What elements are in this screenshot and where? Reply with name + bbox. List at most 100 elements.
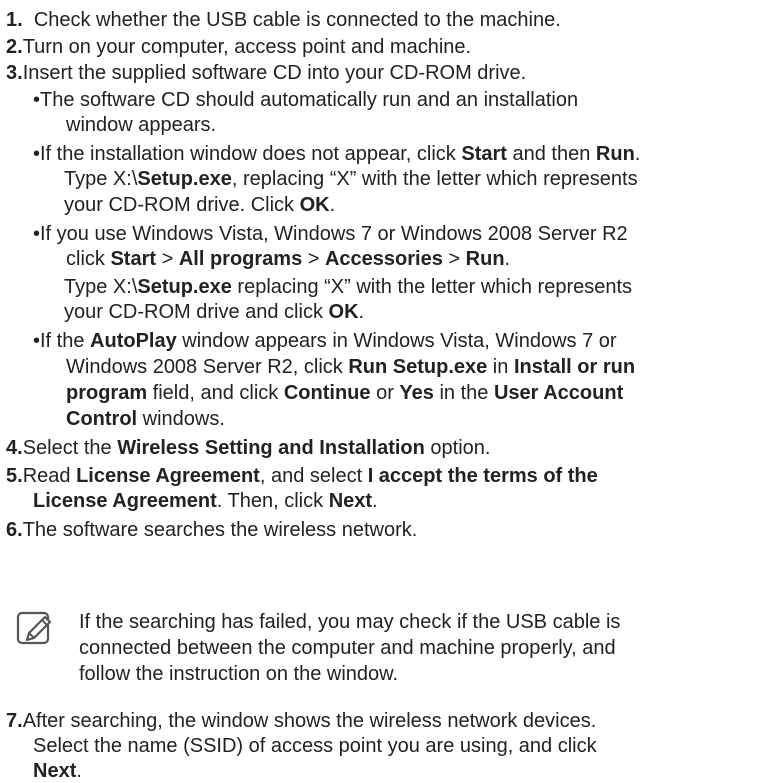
user-account-label: User Account — [493, 382, 624, 404]
bullet-4-line-1: •If the AutoPlay window appears in Windo… — [33, 329, 617, 353]
bullet-text: in — [487, 356, 514, 378]
next-label: Next — [328, 490, 373, 512]
accept-terms-label: I accept the terms of the — [367, 465, 598, 487]
step-5-line-1: 5.Read License Agreement, and select I a… — [6, 464, 598, 488]
run-label: Run — [465, 248, 505, 270]
ok-label: OK — [299, 194, 330, 216]
bullet-text: your CD-ROM drive. Click — [64, 194, 300, 216]
step-text: Read — [22, 465, 77, 487]
bullet-text: . — [504, 248, 511, 270]
continue-label: Continue — [283, 382, 371, 404]
bullet-text: windows. — [137, 408, 225, 430]
step-text: The software searches the wireless netwo… — [22, 519, 418, 541]
program-label: program — [66, 382, 148, 404]
step-text: Turn on your computer, access point and … — [22, 36, 472, 58]
menu-separator: > — [442, 248, 466, 270]
start-label: Start — [110, 248, 157, 270]
note-pencil-icon — [16, 611, 52, 645]
bullet-text: and then — [506, 143, 596, 165]
menu-separator: > — [302, 248, 325, 270]
step-text: option. — [424, 437, 491, 459]
step-text: Select the name (SSID) of access point y… — [33, 735, 597, 757]
run-label: Run — [595, 143, 635, 165]
step-number: 2. — [6, 36, 23, 58]
start-label: Start — [461, 143, 507, 165]
setup-exe-label: Setup.exe — [137, 168, 232, 190]
menu-separator: > — [156, 248, 179, 270]
step-7-line-1: 7.After searching, the window shows the … — [6, 709, 596, 733]
step-number: 5. — [6, 465, 23, 487]
bullet-text: , replacing “X” with the letter which re… — [231, 168, 638, 190]
bullet-text: Type X:\ — [64, 168, 138, 190]
bullet-4-line-2: Windows 2008 Server R2, click Run Setup.… — [66, 355, 635, 379]
step-text: . — [372, 490, 378, 512]
step-number: 4. — [6, 437, 23, 459]
bullet-text: or — [370, 382, 400, 404]
bullet-4-line-3: program field, and click Continue or Yes… — [66, 381, 623, 405]
license-agreement-label: License Agreement — [33, 490, 217, 512]
bullet-text: Windows 2008 Server R2, click — [66, 356, 349, 378]
bullet-1-line-2: window appears. — [66, 113, 216, 137]
bullet-3-line-1: •If you use Windows Vista, Windows 7 or … — [33, 222, 628, 246]
step-number: 3. — [6, 62, 23, 84]
next-label: Next — [33, 760, 77, 782]
bullet-text: . — [634, 143, 641, 165]
yes-label: Yes — [399, 382, 434, 404]
step-text: . — [76, 760, 82, 782]
step-5-line-2: License Agreement. Then, click Next. — [33, 489, 378, 513]
bullet-3-line-2: click Start > All programs > Accessories… — [66, 247, 510, 271]
bullet-1-line-1: •The software CD should automatically ru… — [33, 88, 578, 112]
bullet-text: •The software CD should automatically ru… — [33, 89, 579, 111]
bullet-text: . — [329, 194, 336, 216]
step-text: Check whether the USB cable is connected… — [33, 9, 561, 31]
step-2: 2.Turn on your computer, access point an… — [6, 35, 471, 59]
bullet-3-line-4: your CD-ROM drive and click OK. — [64, 300, 364, 324]
bullet-text: Type X:\ — [64, 276, 138, 298]
setup-exe-label: Setup.exe — [137, 276, 232, 298]
step-number: 1. — [6, 9, 23, 31]
wireless-setting-label: Wireless Setting and Installation — [117, 437, 425, 459]
license-agreement-label: License Agreement — [76, 465, 260, 487]
step-text: Select the — [22, 437, 118, 459]
bullet-2-line-3: your CD-ROM drive. Click OK. — [64, 193, 335, 217]
bullet-2-line-1: •If the installation window does not app… — [33, 142, 640, 166]
bullet-text: •If you use Windows Vista, Windows 7 or … — [33, 223, 628, 245]
bullet-text: . — [358, 301, 365, 323]
note-line-3: follow the instruction on the window. — [79, 662, 398, 686]
bullet-text: click — [66, 248, 111, 270]
step-number: 6. — [6, 519, 23, 541]
bullet-text: window appears in Windows Vista, Windows… — [176, 330, 617, 352]
step-7-line-3: Next. — [33, 759, 82, 783]
accessories-label: Accessories — [324, 248, 443, 270]
bullet-text: •If the installation window does not app… — [33, 143, 462, 165]
bullet-3-line-3: Type X:\Setup.exe replacing “X” with the… — [64, 275, 632, 299]
control-label: Control — [66, 408, 138, 430]
install-or-run-label: Install or run — [513, 356, 636, 378]
note-text: If the searching has failed, you may che… — [79, 611, 621, 633]
instruction-document: 1. Check whether the USB cable is connec… — [0, 0, 775, 783]
step-text: , and select — [259, 465, 368, 487]
step-number: 7. — [6, 710, 23, 732]
ok-label: OK — [328, 301, 359, 323]
bullet-4-line-4: Control windows. — [66, 407, 225, 431]
bullet-text: replacing “X” with the letter which repr… — [231, 276, 633, 298]
bullet-text: field, and click — [147, 382, 284, 404]
step-text: After searching, the window shows the wi… — [22, 710, 597, 732]
step-1: 1. Check whether the USB cable is connec… — [6, 8, 561, 32]
step-7-line-2: Select the name (SSID) of access point y… — [33, 734, 597, 758]
bullet-text: window appears. — [66, 114, 217, 136]
bullet-2-line-2: Type X:\Setup.exe, replacing “X” with th… — [64, 167, 638, 191]
note-line-2: connected between the computer and machi… — [79, 636, 616, 660]
bullet-text: •If the — [33, 330, 91, 352]
note-text: follow the instruction on the window. — [79, 663, 399, 685]
note-line-1: If the searching has failed, you may che… — [79, 610, 620, 634]
run-setup-label: Run Setup.exe — [348, 356, 488, 378]
step-4: 4.Select the Wireless Setting and Instal… — [6, 436, 490, 460]
bullet-text: in the — [433, 382, 494, 404]
step-text: Insert the supplied software CD into you… — [22, 62, 527, 84]
bullet-text: your CD-ROM drive and click — [64, 301, 329, 323]
all-programs-label: All programs — [178, 248, 303, 270]
note-text: connected between the computer and machi… — [79, 637, 616, 659]
step-text: . Then, click — [216, 490, 329, 512]
step-3: 3.Insert the supplied software CD into y… — [6, 61, 526, 85]
